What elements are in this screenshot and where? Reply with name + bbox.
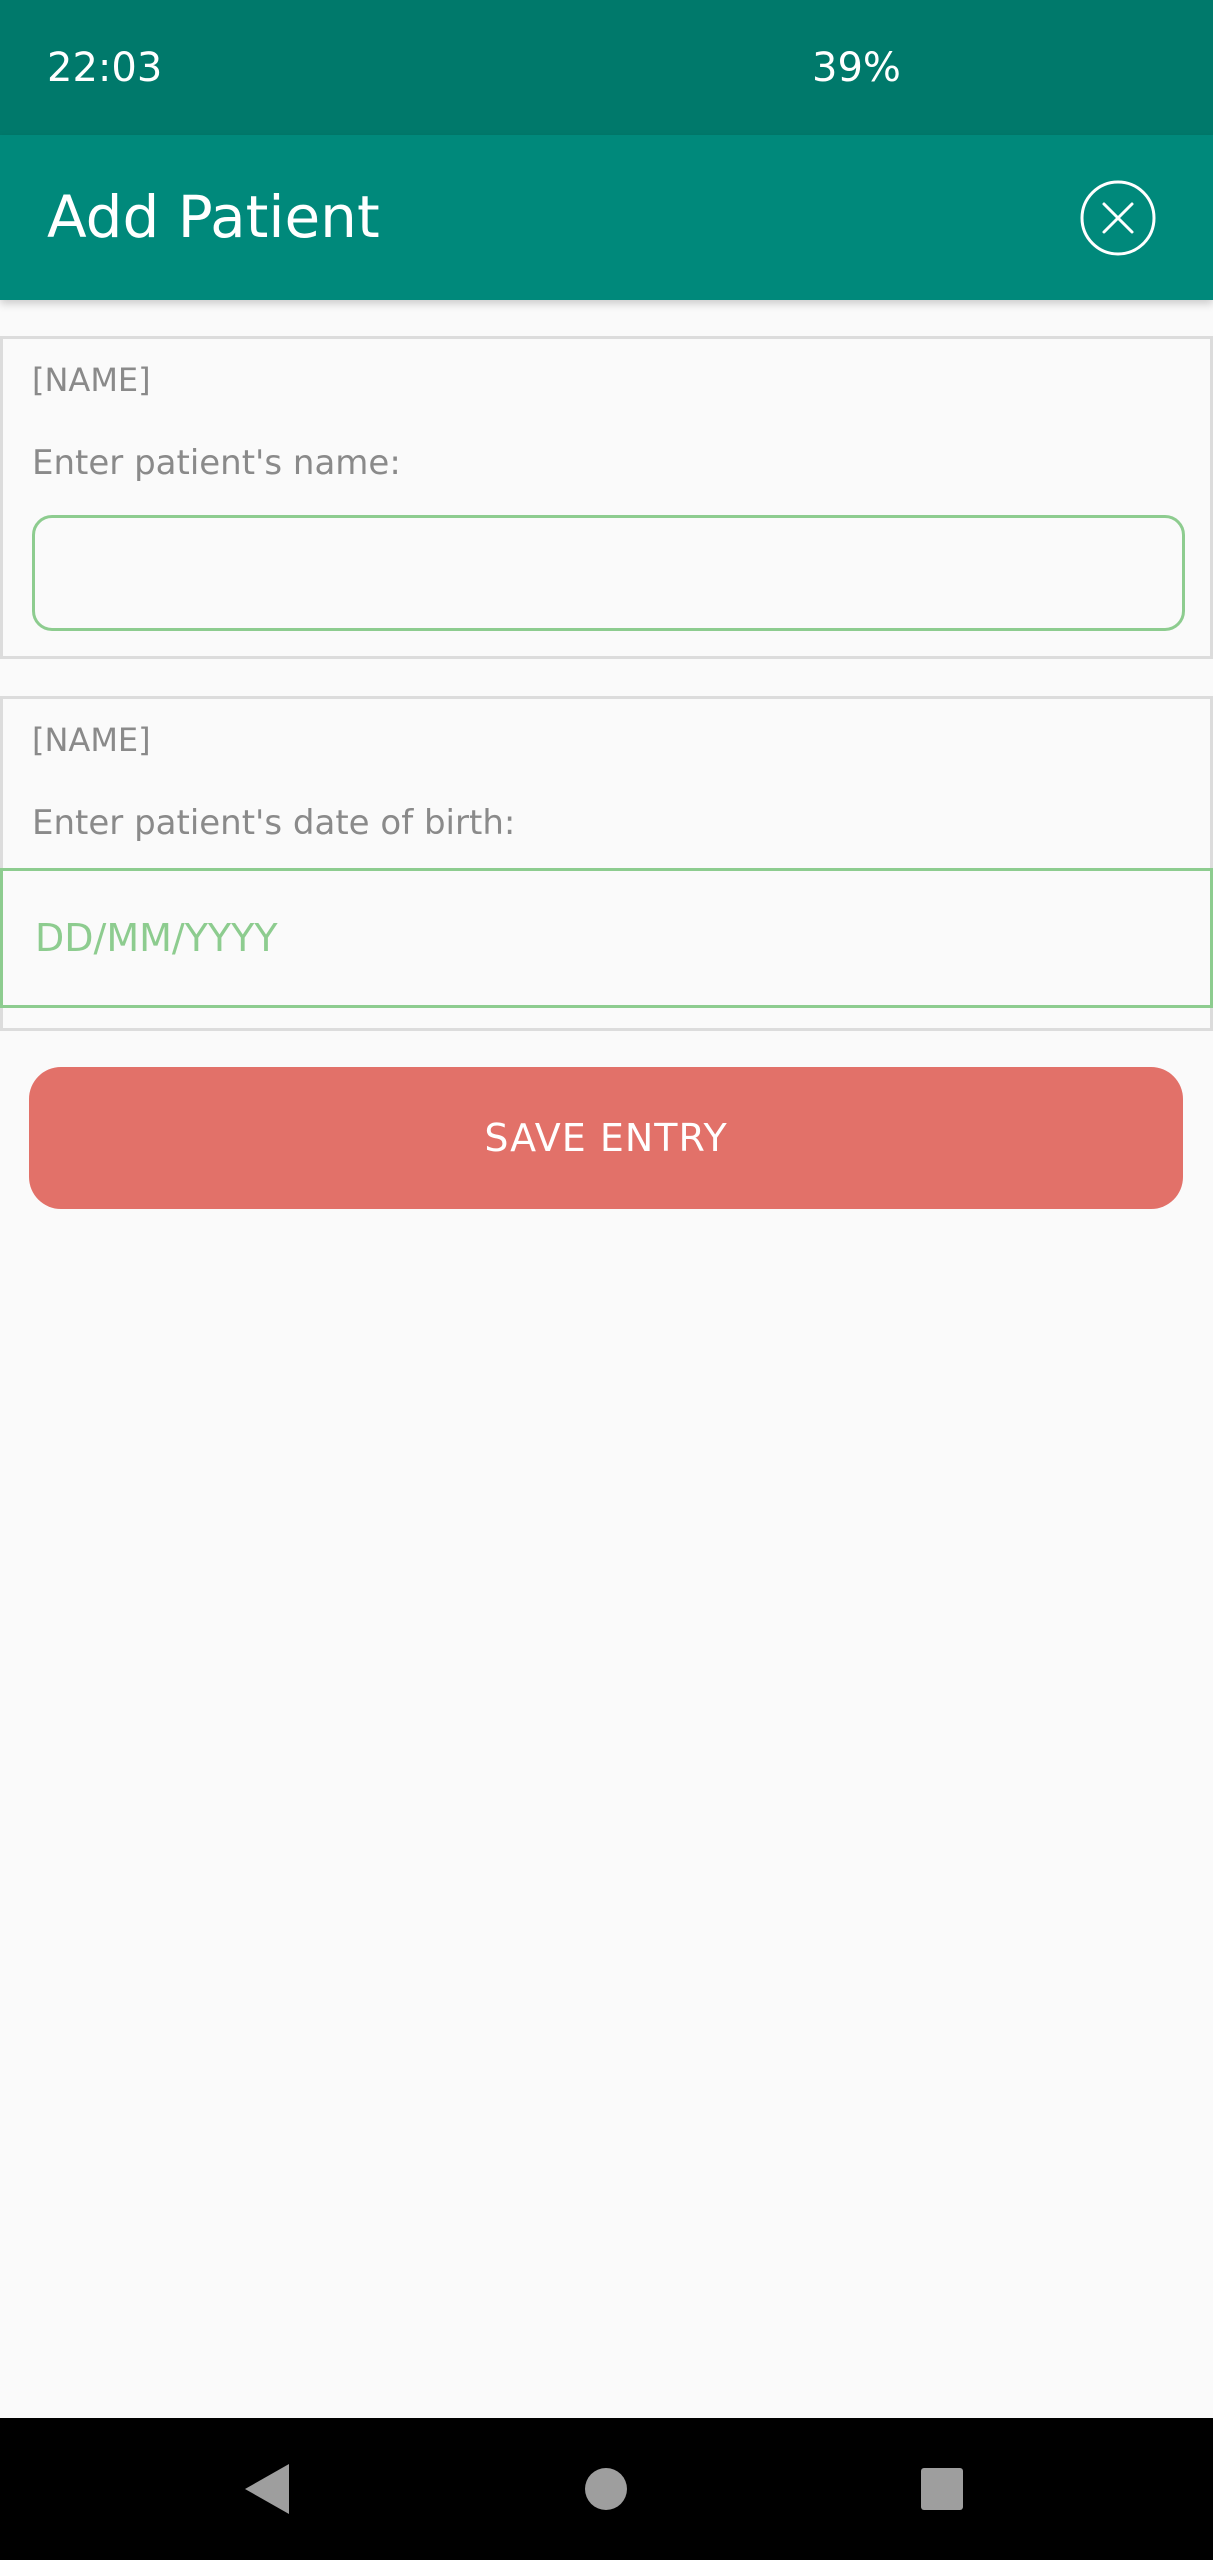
nav-back-button[interactable] (233, 2454, 303, 2524)
nav-recents-button[interactable] (907, 2454, 977, 2524)
dob-card-tag: [NAME] (32, 721, 151, 759)
dob-card: [NAME] Enter patient's date of birth: (0, 696, 1213, 1031)
nav-home-button[interactable] (571, 2454, 641, 2524)
dob-prompt: Enter patient's date of birth: (32, 803, 516, 843)
page-title: Add Patient (47, 183, 380, 251)
app-bar: Add Patient (0, 135, 1213, 300)
date-of-birth-input[interactable] (0, 868, 1213, 1008)
status-bar: 22:03 39% (0, 0, 1213, 135)
name-card: [NAME] Enter patient's name: (0, 336, 1213, 659)
save-entry-button[interactable]: SAVE ENTRY (29, 1067, 1183, 1209)
battery-level: 39% (812, 45, 901, 91)
close-icon (1080, 180, 1156, 256)
name-prompt: Enter patient's name: (32, 443, 401, 483)
home-circle-icon (585, 2468, 627, 2510)
recents-square-icon (921, 2468, 963, 2510)
patient-name-input[interactable] (32, 515, 1185, 631)
back-triangle-icon (245, 2464, 289, 2514)
close-button[interactable] (1079, 179, 1157, 257)
status-time: 22:03 (47, 45, 163, 91)
system-nav-bar (0, 2418, 1213, 2560)
name-card-tag: [NAME] (32, 361, 151, 399)
